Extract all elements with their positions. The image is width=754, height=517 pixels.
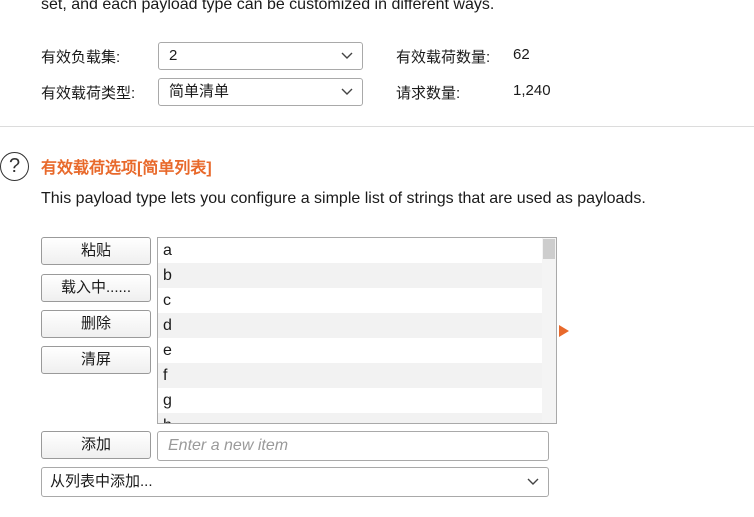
list-item[interactable]: c: [158, 288, 543, 313]
payload-list-rows: a b c d e f g h: [158, 238, 543, 423]
section-title: 有效载荷选项[简单列表]: [41, 160, 212, 177]
payload-type-label: 有效载荷类型:: [41, 85, 136, 102]
payload-type-value: 简单清单: [169, 83, 230, 100]
expand-arrow-icon[interactable]: [559, 325, 569, 337]
list-item[interactable]: e: [158, 338, 543, 363]
scrollbar-thumb[interactable]: [543, 239, 555, 259]
list-scrollbar[interactable]: [542, 238, 556, 423]
list-item[interactable]: b: [158, 263, 543, 288]
chevron-down-icon: [526, 468, 540, 496]
request-count-label: 请求数量:: [396, 85, 461, 102]
help-glyph: ?: [8, 155, 21, 177]
payload-list[interactable]: a b c d e f g h: [157, 237, 557, 424]
chevron-down-icon: [340, 43, 354, 69]
add-from-list-value: 从列表中添加...: [50, 473, 153, 490]
list-item[interactable]: a: [158, 238, 543, 263]
load-button[interactable]: 载入中......: [41, 274, 151, 302]
clear-button[interactable]: 清屏: [41, 346, 151, 374]
payload-set-value: 2: [169, 47, 178, 64]
payload-count-value: 62: [513, 46, 530, 63]
list-item[interactable]: h: [158, 413, 543, 423]
chevron-down-icon: [340, 79, 354, 105]
add-from-list-select[interactable]: 从列表中添加...: [41, 467, 549, 497]
payload-type-select[interactable]: 简单清单: [158, 78, 363, 106]
payload-set-label: 有效负载集:: [41, 49, 121, 66]
remove-button[interactable]: 删除: [41, 310, 151, 338]
add-button[interactable]: 添加: [41, 431, 151, 459]
request-count-value: 1,240: [513, 82, 551, 99]
question-circle-icon[interactable]: ?: [0, 152, 29, 181]
section-description: This payload type lets you configure a s…: [41, 190, 646, 207]
payload-set-select[interactable]: 2: [158, 42, 363, 70]
list-item[interactable]: f: [158, 363, 543, 388]
list-item[interactable]: d: [158, 313, 543, 338]
paste-button[interactable]: 粘贴: [41, 237, 151, 265]
payload-count-label: 有效载荷数量:: [396, 49, 491, 66]
new-item-input[interactable]: [157, 431, 549, 461]
list-item[interactable]: g: [158, 388, 543, 413]
section-divider: [0, 126, 754, 127]
intro-text: set, and each payload type can be custom…: [41, 0, 495, 13]
